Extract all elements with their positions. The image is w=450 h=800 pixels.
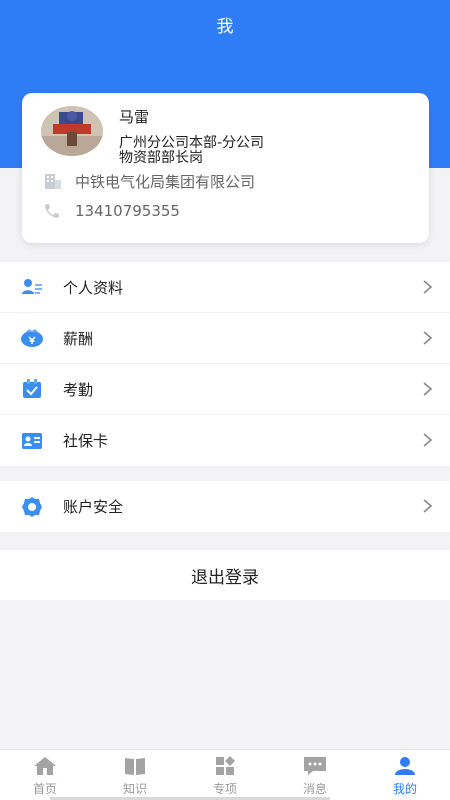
tab-messages[interactable]: 消息 xyxy=(270,750,360,800)
home-icon xyxy=(33,755,57,777)
book-icon xyxy=(123,755,147,777)
security-gear-icon xyxy=(20,495,44,519)
tab-mine[interactable]: 我的 xyxy=(360,750,450,800)
menu-item-salary[interactable]: 薪酬 xyxy=(0,313,450,364)
tab-label: 知识 xyxy=(122,782,147,796)
building-icon xyxy=(42,170,64,192)
tab-knowledge[interactable]: 知识 xyxy=(90,750,240,800)
tab-label: 首页 xyxy=(32,782,57,796)
salary-icon xyxy=(20,326,44,350)
menu-item-label: 考勤 xyxy=(63,380,94,399)
profile-card[interactable]: 马雷 广州分公司本部-分公司 物资部部长岗 中铁电气化局集团有限公司 13410… xyxy=(22,93,429,243)
page-title: 我 xyxy=(216,17,234,37)
phone-icon xyxy=(42,200,64,222)
profile-icon xyxy=(20,275,44,299)
menu-item-label: 社保卡 xyxy=(63,432,109,450)
chevron-right-icon xyxy=(423,331,433,345)
position: 物资部部长岗 xyxy=(119,150,203,166)
chevron-right-icon xyxy=(423,499,433,513)
phone-row[interactable]: 13410795355 xyxy=(42,200,180,222)
tab-label: 消息 xyxy=(302,782,327,796)
menu-item-label: 账户安全 xyxy=(63,498,124,516)
message-icon xyxy=(303,755,327,777)
menu-group-main: 个人资料 薪酬 考勤 社保卡 xyxy=(0,262,450,466)
phone-number[interactable]: 13410795355 xyxy=(75,202,180,220)
user-name: 马雷 xyxy=(119,108,150,126)
chevron-right-icon xyxy=(423,433,433,447)
company-name: 中铁电气化局集团有限公司 xyxy=(75,172,256,191)
bottom-tab-bar: 首页 知识 专项 消息 我的 xyxy=(0,749,450,800)
company-row: 中铁电气化局集团有限公司 xyxy=(42,170,255,192)
menu-item-label: 薪酬 xyxy=(63,329,94,348)
department: 广州分公司本部-分公司 xyxy=(119,135,265,151)
logout-button[interactable]: 退出登录 xyxy=(0,550,450,600)
menu-item-social-security-card[interactable]: 社保卡 xyxy=(0,415,450,466)
menu-item-attendance[interactable]: 考勤 xyxy=(0,364,450,415)
grid-icon xyxy=(213,755,237,777)
tab-label: 专项 xyxy=(212,782,237,796)
chevron-right-icon xyxy=(423,382,433,396)
menu-item-account-security[interactable]: 账户安全 xyxy=(0,481,450,532)
tab-home[interactable]: 首页 xyxy=(0,750,150,800)
social-security-card-icon xyxy=(20,429,44,453)
menu-group-security: 账户安全 xyxy=(0,481,450,532)
menu-item-profile[interactable]: 个人资料 xyxy=(0,262,450,313)
avatar[interactable] xyxy=(41,106,103,156)
attendance-icon xyxy=(20,377,44,401)
menu-item-label: 个人资料 xyxy=(63,278,124,297)
tab-label: 我的 xyxy=(392,782,417,796)
chevron-right-icon xyxy=(423,280,433,294)
user-icon xyxy=(393,755,417,777)
tab-special[interactable]: 专项 xyxy=(180,750,330,800)
